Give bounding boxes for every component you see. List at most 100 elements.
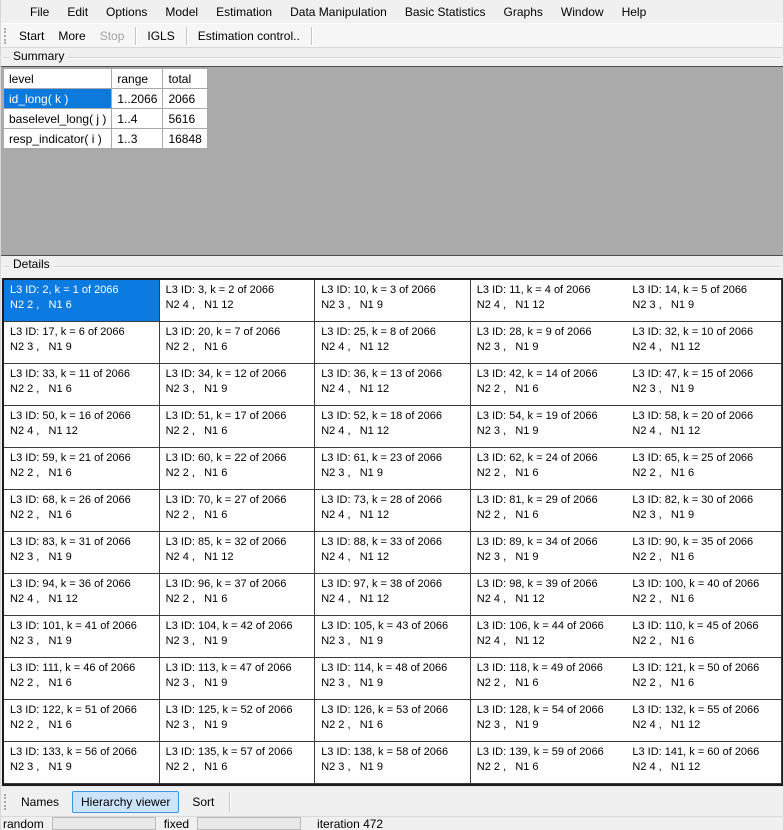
- toolbar-button[interactable]: Estimation control..: [191, 26, 307, 46]
- menu-item[interactable]: Graphs: [495, 2, 552, 22]
- hierarchy-cell[interactable]: L3 ID: 85, k = 32 of 2066 N2 4 , N1 12: [160, 532, 316, 574]
- hierarchy-cell[interactable]: L3 ID: 139, k = 59 of 2066 N2 2 , N1 6: [471, 742, 627, 784]
- hierarchy-cell[interactable]: L3 ID: 100, k = 40 of 2066 N2 2 , N1 6: [626, 574, 782, 616]
- summary-level-name[interactable]: id_long( k ): [4, 89, 112, 109]
- summary-level-total: 16848: [163, 129, 207, 149]
- summary-level-row[interactable]: baselevel_long( j ) 1..4 5616: [4, 109, 208, 129]
- hierarchy-cell[interactable]: L3 ID: 101, k = 41 of 2066 N2 3 , N1 9: [4, 616, 160, 658]
- hierarchy-cell[interactable]: L3 ID: 68, k = 26 of 2066 N2 2 , N1 6: [4, 490, 160, 532]
- hierarchy-cell[interactable]: L3 ID: 97, k = 38 of 2066 N2 4 , N1 12: [315, 574, 471, 616]
- hierarchy-cell[interactable]: L3 ID: 81, k = 29 of 2066 N2 2 , N1 6: [471, 490, 627, 532]
- hierarchy-cell[interactable]: L3 ID: 17, k = 6 of 2066 N2 3 , N1 9: [4, 322, 160, 364]
- hierarchy-cell-id: L3 ID: 114, k = 48 of 2066: [321, 661, 468, 676]
- hierarchy-cell[interactable]: L3 ID: 47, k = 15 of 2066 N2 3 , N1 9: [626, 364, 782, 406]
- toolbar-button[interactable]: IGLS: [140, 26, 181, 46]
- summary-level-row[interactable]: resp_indicator( i ) 1..3 16848: [4, 129, 208, 149]
- hierarchy-cell[interactable]: L3 ID: 83, k = 31 of 2066 N2 3 , N1 9: [4, 532, 160, 574]
- hierarchy-cell[interactable]: L3 ID: 25, k = 8 of 2066 N2 4 , N1 12: [315, 322, 471, 364]
- hierarchy-cell[interactable]: L3 ID: 11, k = 4 of 2066 N2 4 , N1 12: [471, 280, 627, 322]
- hierarchy-cell[interactable]: L3 ID: 106, k = 44 of 2066 N2 4 , N1 12: [471, 616, 627, 658]
- hierarchy-cell[interactable]: L3 ID: 32, k = 10 of 2066 N2 4 , N1 12: [626, 322, 782, 364]
- toolbar-button[interactable]: Stop: [93, 26, 132, 46]
- hierarchy-cell[interactable]: L3 ID: 94, k = 36 of 2066 N2 4 , N1 12: [4, 574, 160, 616]
- menu-item[interactable]: Estimation: [207, 2, 281, 22]
- hierarchy-cell[interactable]: L3 ID: 20, k = 7 of 2066 N2 2 , N1 6: [160, 322, 316, 364]
- hierarchy-cell[interactable]: L3 ID: 70, k = 27 of 2066 N2 2 , N1 6: [160, 490, 316, 532]
- hierarchy-cell[interactable]: L3 ID: 50, k = 16 of 2066 N2 4 , N1 12: [4, 406, 160, 448]
- hierarchy-cell[interactable]: L3 ID: 138, k = 58 of 2066 N2 3 , N1 9: [315, 742, 471, 784]
- hierarchy-cell[interactable]: L3 ID: 96, k = 37 of 2066 N2 2 , N1 6: [160, 574, 316, 616]
- summary-level-name[interactable]: resp_indicator( i ): [4, 129, 112, 149]
- hierarchy-cell[interactable]: L3 ID: 114, k = 48 of 2066 N2 3 , N1 9: [315, 658, 471, 700]
- hierarchy-cell[interactable]: L3 ID: 54, k = 19 of 2066 N2 3 , N1 9: [471, 406, 627, 448]
- menu-item[interactable]: Options: [97, 2, 156, 22]
- hierarchy-cell[interactable]: L3 ID: 126, k = 53 of 2066 N2 2 , N1 6: [315, 700, 471, 742]
- hierarchy-cell[interactable]: L3 ID: 82, k = 30 of 2066 N2 3 , N1 9: [626, 490, 782, 532]
- hierarchy-cell[interactable]: L3 ID: 113, k = 47 of 2066 N2 3 , N1 9: [160, 658, 316, 700]
- hierarchy-cell[interactable]: L3 ID: 141, k = 60 of 2066 N2 4 , N1 12: [626, 742, 782, 784]
- view-tab[interactable]: Sort: [183, 791, 223, 813]
- hierarchy-cell[interactable]: L3 ID: 111, k = 46 of 2066 N2 2 , N1 6: [4, 658, 160, 700]
- hierarchy-cell[interactable]: L3 ID: 122, k = 51 of 2066 N2 2 , N1 6: [4, 700, 160, 742]
- menu-item[interactable]: File: [21, 2, 58, 22]
- menu-item[interactable]: Help: [613, 2, 656, 22]
- hierarchy-cell-counts: N2 2 , N1 6: [632, 676, 779, 691]
- hierarchy-cell[interactable]: L3 ID: 36, k = 13 of 2066 N2 4 , N1 12: [315, 364, 471, 406]
- hierarchy-cell[interactable]: L3 ID: 110, k = 45 of 2066 N2 2 , N1 6: [626, 616, 782, 658]
- hierarchy-cell[interactable]: L3 ID: 34, k = 12 of 2066 N2 3 , N1 9: [160, 364, 316, 406]
- hierarchy-cell[interactable]: L3 ID: 61, k = 23 of 2066 N2 3 , N1 9: [315, 448, 471, 490]
- hierarchy-cell[interactable]: L3 ID: 128, k = 54 of 2066 N2 3 , N1 9: [471, 700, 627, 742]
- hierarchy-cell[interactable]: L3 ID: 62, k = 24 of 2066 N2 2 , N1 6: [471, 448, 627, 490]
- hierarchy-cell-counts: N2 3 , N1 9: [10, 634, 157, 649]
- hierarchy-cell[interactable]: L3 ID: 14, k = 5 of 2066 N2 3 , N1 9: [626, 280, 782, 322]
- hierarchy-cell-counts: N2 2 , N1 6: [10, 466, 157, 481]
- hierarchy-cell[interactable]: L3 ID: 89, k = 34 of 2066 N2 3 , N1 9: [471, 532, 627, 574]
- toolbar-grip[interactable]: [4, 794, 9, 810]
- hierarchy-cell[interactable]: L3 ID: 105, k = 43 of 2066 N2 3 , N1 9: [315, 616, 471, 658]
- toolbar-button[interactable]: More: [51, 26, 92, 46]
- hierarchy-cell[interactable]: L3 ID: 135, k = 57 of 2066 N2 2 , N1 6: [160, 742, 316, 784]
- hierarchy-cell[interactable]: L3 ID: 132, k = 55 of 2066 N2 4 , N1 12: [626, 700, 782, 742]
- hierarchy-cell[interactable]: L3 ID: 33, k = 11 of 2066 N2 2 , N1 6: [4, 364, 160, 406]
- toolbar-grip[interactable]: [4, 28, 9, 44]
- menu-bar: FileEditOptionsModelEstimationData Manip…: [1, 0, 783, 23]
- hierarchy-cell[interactable]: L3 ID: 28, k = 9 of 2066 N2 3 , N1 9: [471, 322, 627, 364]
- hierarchy-cell[interactable]: L3 ID: 98, k = 39 of 2066 N2 4 , N1 12: [471, 574, 627, 616]
- summary-level-row[interactable]: id_long( k ) 1..2066 2066: [4, 89, 208, 109]
- hierarchy-cell-id: L3 ID: 20, k = 7 of 2066: [166, 325, 313, 340]
- hierarchy-cell[interactable]: L3 ID: 51, k = 17 of 2066 N2 2 , N1 6: [160, 406, 316, 448]
- view-tab[interactable]: Hierarchy viewer: [72, 791, 179, 813]
- view-tab[interactable]: Names: [12, 791, 68, 813]
- hierarchy-cell[interactable]: L3 ID: 59, k = 21 of 2066 N2 2 , N1 6: [4, 448, 160, 490]
- hierarchy-cell[interactable]: L3 ID: 118, k = 49 of 2066 N2 2 , N1 6: [471, 658, 627, 700]
- hierarchy-cell[interactable]: L3 ID: 133, k = 56 of 2066 N2 3 , N1 9: [4, 742, 160, 784]
- hierarchy-cell[interactable]: L3 ID: 73, k = 28 of 2066 N2 4 , N1 12: [315, 490, 471, 532]
- summary-level-name[interactable]: baselevel_long( j ): [4, 109, 112, 129]
- hierarchy-cell-counts: N2 4 , N1 12: [632, 718, 779, 733]
- hierarchy-cell[interactable]: L3 ID: 10, k = 3 of 2066 N2 3 , N1 9: [315, 280, 471, 322]
- summary-group: Summary level range total id_long( k ) 1…: [1, 48, 783, 256]
- hierarchy-cell[interactable]: L3 ID: 52, k = 18 of 2066 N2 4 , N1 12: [315, 406, 471, 448]
- hierarchy-grid: L3 ID: 2, k = 1 of 2066 N2 2 , N1 6 L3 I…: [2, 278, 784, 786]
- hierarchy-cell[interactable]: L3 ID: 60, k = 22 of 2066 N2 2 , N1 6: [160, 448, 316, 490]
- toolbar-button[interactable]: Start: [12, 26, 51, 46]
- menu-item[interactable]: Data Manipulation: [281, 2, 396, 22]
- hierarchy-cell[interactable]: L3 ID: 2, k = 1 of 2066 N2 2 , N1 6: [4, 280, 160, 322]
- menu-item[interactable]: Basic Statistics: [396, 2, 495, 22]
- hierarchy-cell[interactable]: L3 ID: 104, k = 42 of 2066 N2 3 , N1 9: [160, 616, 316, 658]
- hierarchy-cell-id: L3 ID: 106, k = 44 of 2066: [477, 619, 625, 634]
- hierarchy-cell-counts: N2 4 , N1 12: [321, 508, 468, 523]
- details-group-header: Details: [1, 256, 783, 278]
- hierarchy-cell[interactable]: L3 ID: 121, k = 50 of 2066 N2 2 , N1 6: [626, 658, 782, 700]
- hierarchy-cell[interactable]: L3 ID: 58, k = 20 of 2066 N2 4 , N1 12: [626, 406, 782, 448]
- hierarchy-cell[interactable]: L3 ID: 65, k = 25 of 2066 N2 2 , N1 6: [626, 448, 782, 490]
- hierarchy-cell[interactable]: L3 ID: 90, k = 35 of 2066 N2 2 , N1 6: [626, 532, 782, 574]
- hierarchy-cell[interactable]: L3 ID: 125, k = 52 of 2066 N2 3 , N1 9: [160, 700, 316, 742]
- menu-item[interactable]: Edit: [58, 2, 97, 22]
- menu-item[interactable]: Window: [552, 2, 613, 22]
- hierarchy-cell[interactable]: L3 ID: 88, k = 33 of 2066 N2 4 , N1 12: [315, 532, 471, 574]
- toolbar-separator: [186, 27, 187, 45]
- menu-item[interactable]: Model: [156, 2, 207, 22]
- hierarchy-cell[interactable]: L3 ID: 42, k = 14 of 2066 N2 2 , N1 6: [471, 364, 627, 406]
- hierarchy-cell[interactable]: L3 ID: 3, k = 2 of 2066 N2 4 , N1 12: [160, 280, 316, 322]
